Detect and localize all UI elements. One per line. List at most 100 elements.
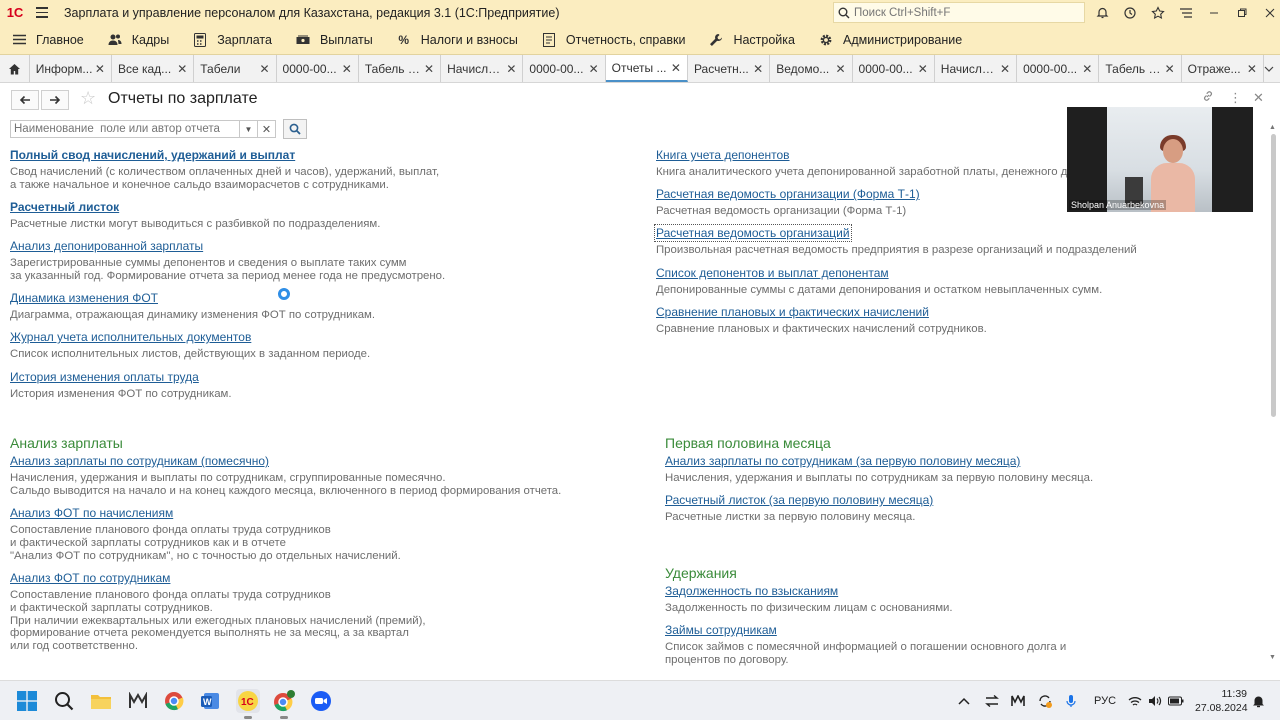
close-tab-icon[interactable]: ✕ [835, 62, 845, 76]
chrome-icon[interactable] [162, 689, 186, 713]
report-link[interactable]: Задолженность по взысканиям [665, 584, 838, 598]
open-tab[interactable]: Табели ✕ [194, 55, 277, 82]
close-tab-icon[interactable]: ✕ [671, 61, 681, 75]
tray-transfer-icon[interactable] [985, 681, 999, 720]
close-tab-icon[interactable]: ✕ [1165, 62, 1175, 76]
tabs-more-chevron-icon[interactable] [1264, 55, 1280, 82]
tray-battery-icon[interactable] [1168, 681, 1184, 720]
open-tab[interactable]: Отраже... ✕ [1182, 55, 1264, 82]
restore-icon[interactable] [1228, 0, 1256, 25]
close-form-icon[interactable]: ✕ [1253, 90, 1264, 106]
search-button[interactable] [283, 119, 307, 139]
search-dropdown-button[interactable]: ▼ [240, 120, 258, 138]
tray-chevron-up-icon[interactable] [958, 681, 970, 720]
open-tab[interactable]: Информ... ✕ [30, 55, 112, 82]
report-link[interactable]: Анализ ФОТ по начислениям [10, 506, 173, 520]
report-link[interactable]: Анализ ФОТ по сотрудникам [10, 571, 170, 585]
home-tab[interactable] [0, 55, 30, 82]
report-link[interactable]: Список депонентов и выплат депонентам [656, 266, 889, 280]
section-reporting[interactable]: Отчетность, справки [530, 25, 698, 55]
open-tab[interactable]: 0000-00... ✕ [523, 55, 606, 82]
windows-start-icon[interactable] [15, 689, 39, 713]
global-search-box[interactable] [833, 2, 1085, 23]
open-tab[interactable]: Табель 0... ✕ [359, 55, 442, 82]
vertical-scrollbar[interactable]: ▲ ▼ [1268, 124, 1278, 668]
close-tab-icon[interactable]: ✕ [506, 62, 516, 76]
open-tab[interactable]: 0000-00... ✕ [277, 55, 359, 82]
minimize-icon[interactable] [1200, 0, 1228, 25]
taskbar-clock[interactable]: 11:39 27.08.2024 [1195, 687, 1248, 715]
tray-volume-icon[interactable] [1148, 681, 1162, 720]
close-tab-icon[interactable]: ✕ [1082, 62, 1092, 76]
open-tab[interactable]: Расчетн... ✕ [688, 55, 771, 82]
report-link[interactable]: Займы сотрудникам [665, 623, 777, 637]
more-actions-icon[interactable]: ⋮ [1229, 90, 1242, 106]
section-taxes[interactable]: % Налоги и взносы [385, 25, 530, 55]
file-explorer-icon[interactable] [89, 689, 113, 713]
report-link[interactable]: Сравнение плановых и фактических начисле… [656, 305, 929, 319]
word-icon[interactable]: W [198, 689, 222, 713]
close-tab-icon[interactable]: ✕ [259, 62, 269, 76]
taskbar-search-icon[interactable] [52, 689, 76, 713]
1c-enterprise-taskbar-icon[interactable]: 1С [236, 689, 260, 719]
section-main[interactable]: Главное [0, 25, 96, 55]
report-link[interactable]: Расчетный листок (за первую половину мес… [665, 493, 933, 507]
section-personnel[interactable]: Кадры [96, 25, 181, 55]
close-tab-icon[interactable]: ✕ [424, 62, 434, 76]
tray-language[interactable]: РУС [1094, 681, 1116, 720]
tray-wifi-icon[interactable] [1128, 681, 1142, 720]
global-search-input[interactable] [854, 6, 1074, 19]
report-link[interactable]: Книга учета депонентов [656, 148, 790, 162]
scroll-up-icon[interactable]: ▲ [1269, 124, 1276, 131]
close-tab-icon[interactable]: ✕ [342, 62, 352, 76]
forward-button[interactable] [41, 90, 69, 110]
report-link[interactable]: Анализ зарплаты по сотрудникам (помесячн… [10, 454, 269, 468]
notification-bell-icon[interactable] [1252, 681, 1265, 720]
bell-icon[interactable] [1088, 0, 1116, 25]
open-tab[interactable]: Ведомо... ✕ [770, 55, 853, 82]
report-link-focused[interactable]: Расчетная ведомость организаций [654, 224, 852, 242]
close-tab-icon[interactable]: ✕ [1247, 62, 1257, 76]
report-link[interactable]: Динамика изменения ФОТ [10, 291, 158, 305]
history-icon[interactable] [1116, 0, 1144, 25]
report-link[interactable]: Анализ зарплаты по сотрудникам (за перву… [665, 454, 1020, 468]
open-tab[interactable]: Начисле... ✕ [935, 55, 1018, 82]
tray-sync-icon[interactable] [1037, 681, 1053, 720]
close-tab-icon[interactable]: ✕ [589, 62, 599, 76]
open-tab[interactable]: 0000-00... ✕ [853, 55, 935, 82]
open-tab[interactable]: Табель 0... ✕ [1099, 55, 1182, 82]
tray-mail-app-icon[interactable] [1011, 681, 1025, 720]
zoom-icon[interactable] [309, 689, 333, 713]
favorites-star-icon[interactable] [1144, 0, 1172, 25]
open-tab[interactable]: Начисле... ✕ [441, 55, 524, 82]
main-menu-icon[interactable] [36, 0, 56, 25]
close-tab-icon[interactable]: ✕ [177, 62, 187, 76]
link-icon[interactable] [1202, 90, 1214, 105]
settings-menu-icon[interactable] [1172, 0, 1200, 25]
scroll-down-icon[interactable]: ▼ [1269, 654, 1276, 661]
back-button[interactable] [11, 90, 39, 110]
report-link[interactable]: Полный свод начислений, удержаний и выпл… [10, 148, 295, 162]
section-salary[interactable]: Зарплата [181, 25, 284, 55]
report-search-input[interactable] [10, 120, 240, 138]
add-to-favorites-star-icon[interactable]: ☆ [80, 88, 96, 109]
report-link[interactable]: Расчетная ведомость организации (Форма Т… [656, 187, 920, 201]
open-tab[interactable]: 0000-00... ✕ [1017, 55, 1100, 82]
mail-app-icon[interactable] [126, 689, 150, 713]
close-tab-icon[interactable]: ✕ [95, 62, 105, 76]
1c-logo-icon[interactable]: 1С [0, 0, 30, 25]
open-tab[interactable]: Все кад... ✕ [112, 55, 195, 82]
scrollbar-thumb[interactable] [1271, 134, 1276, 417]
report-link[interactable]: Расчетный листок [10, 200, 119, 214]
section-administration[interactable]: Администрирование [807, 25, 974, 55]
search-clear-button[interactable]: ✕ [258, 120, 276, 138]
report-link[interactable]: История изменения оплаты труда [10, 370, 199, 384]
report-link[interactable]: Анализ депонированной зарплаты [10, 239, 203, 253]
close-tab-icon[interactable]: ✕ [753, 62, 763, 76]
tray-microphone-icon[interactable] [1066, 681, 1076, 720]
close-tab-icon[interactable]: ✕ [918, 62, 928, 76]
close-tab-icon[interactable]: ✕ [1000, 62, 1010, 76]
section-payments[interactable]: Выплаты [284, 25, 385, 55]
report-link[interactable]: Журнал учета исполнительных документов [10, 330, 251, 344]
video-call-thumbnail[interactable]: Sholpan Anuarbekovna [1067, 107, 1253, 212]
